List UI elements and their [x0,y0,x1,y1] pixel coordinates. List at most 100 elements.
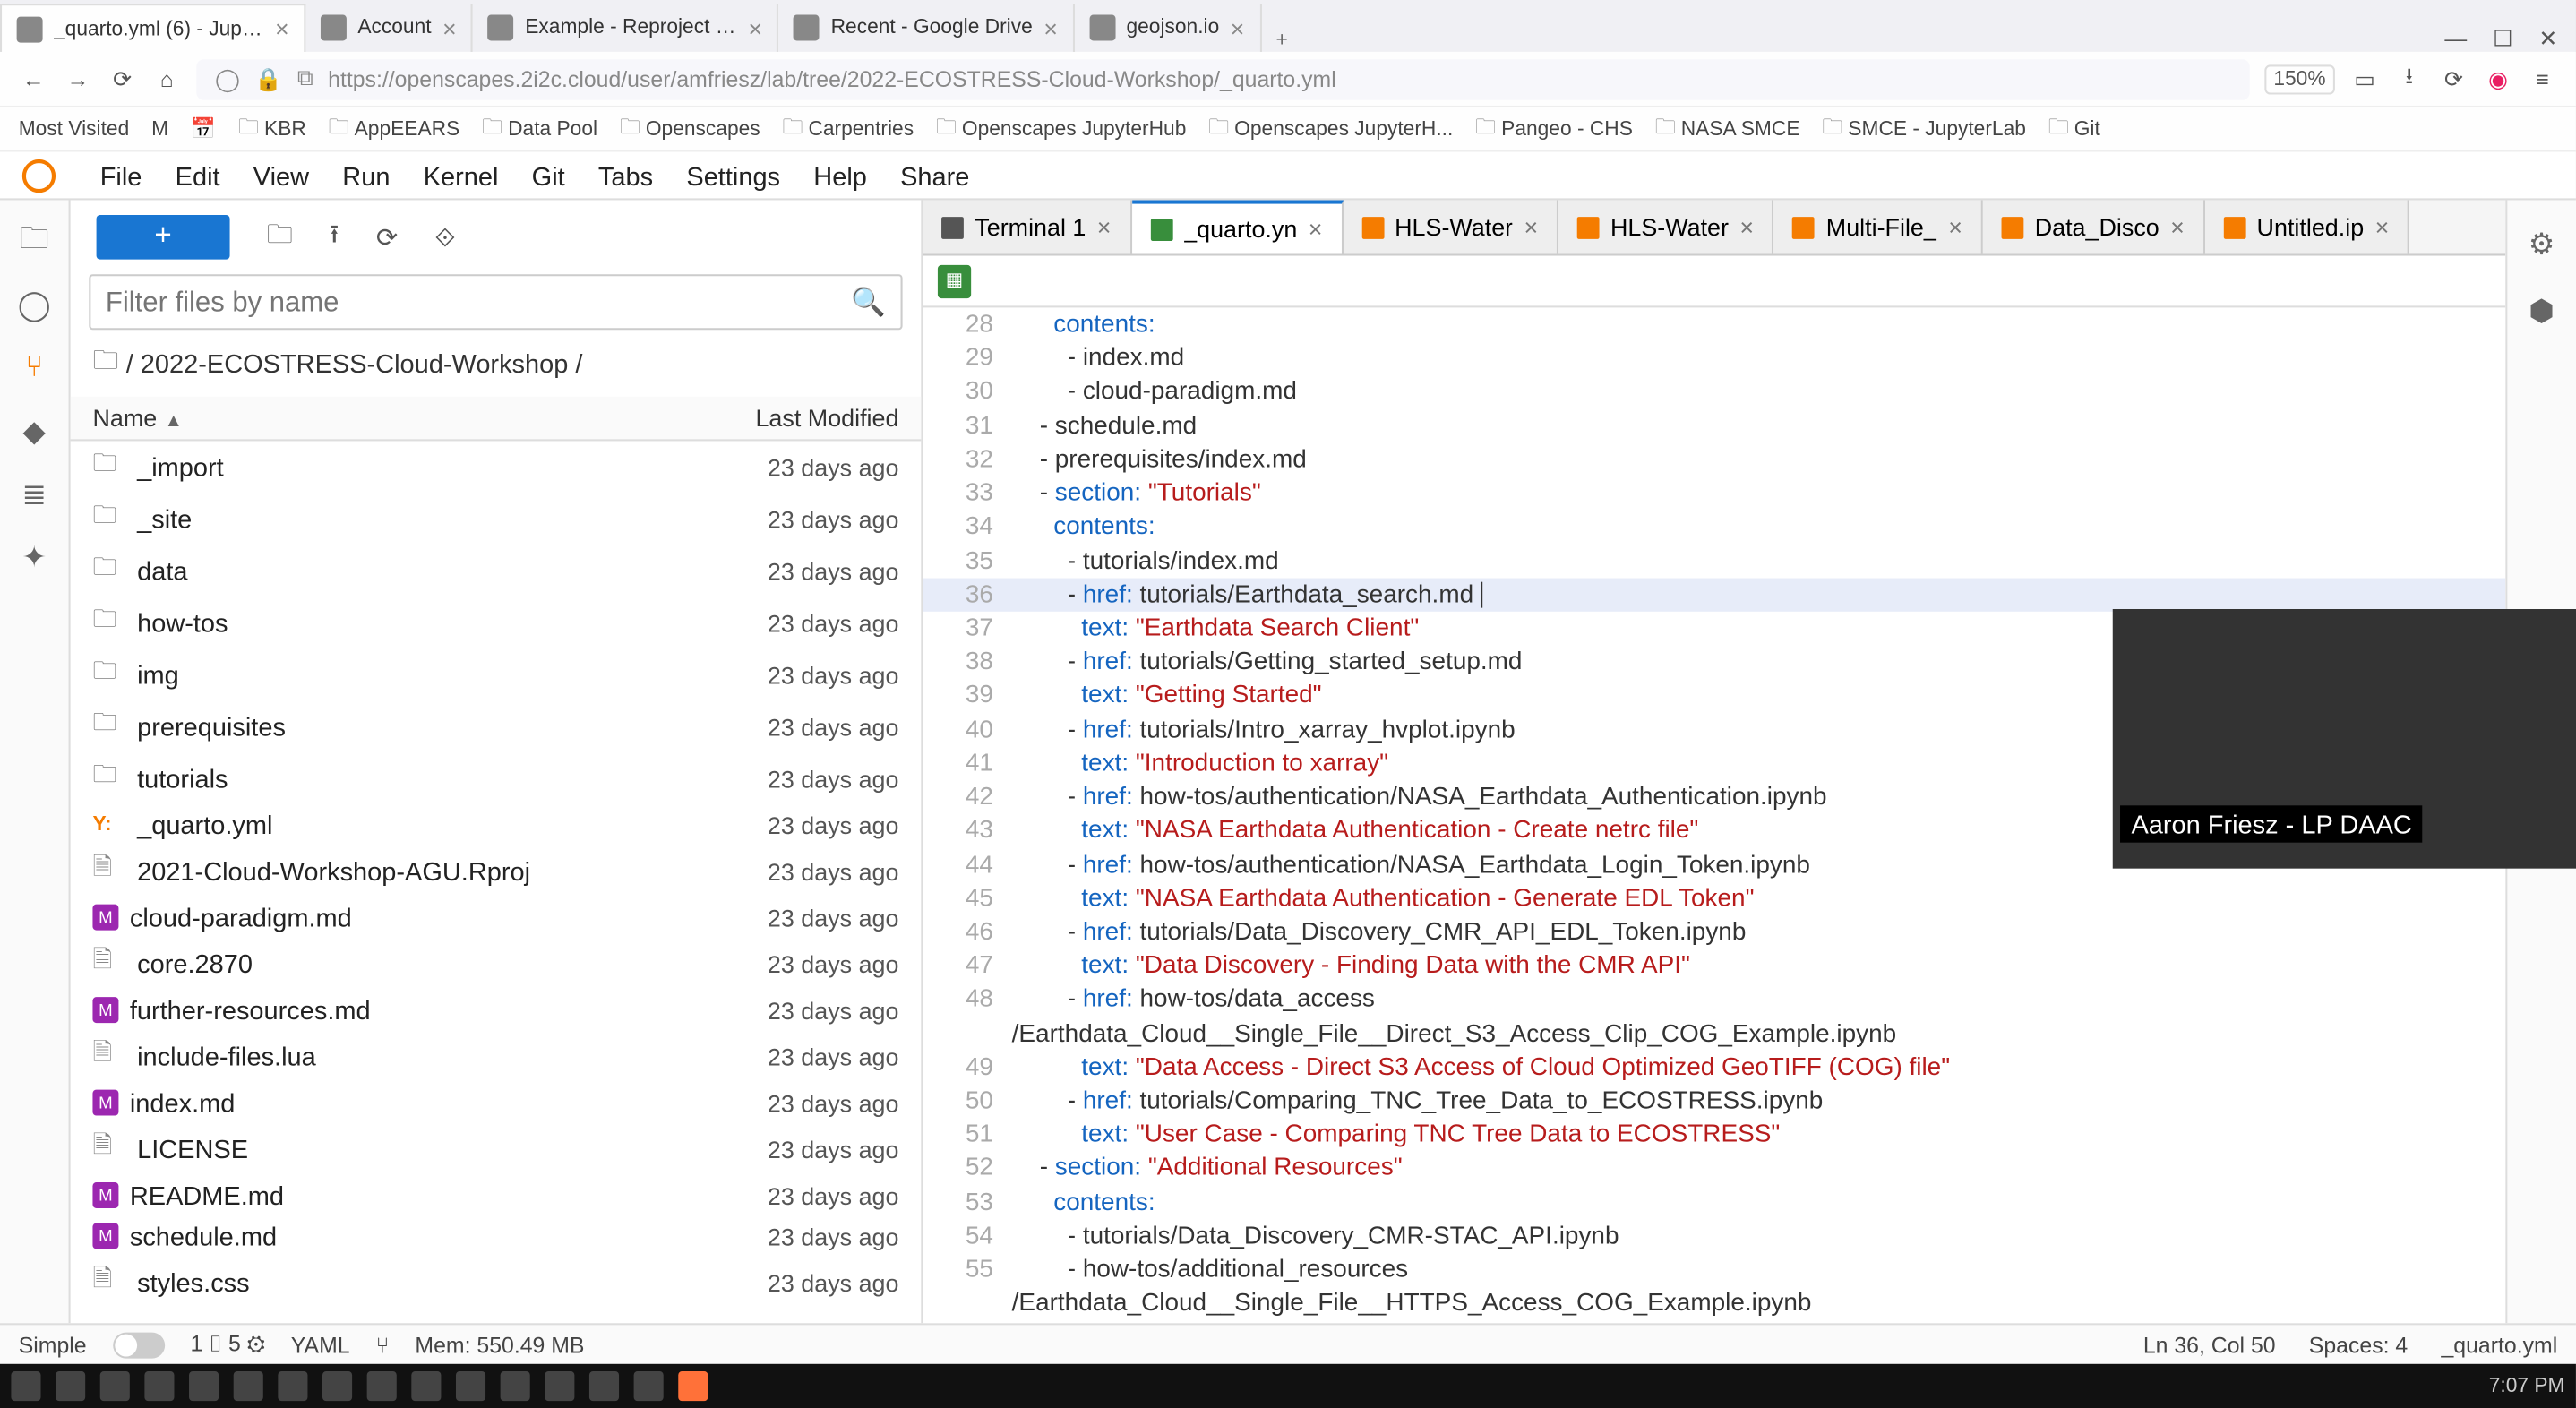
file-row[interactable]: Mcloud-paradigm.md23 days ago [71,897,922,938]
close-icon[interactable]: × [442,14,457,42]
start-icon[interactable] [11,1371,40,1401]
back-icon[interactable]: ← [19,65,48,91]
app-icon[interactable] [589,1371,619,1401]
menu-item[interactable]: Help [813,160,867,190]
editor-tab[interactable]: Multi-File_× [1774,200,1983,253]
new-folder-icon[interactable]: 🗀 [267,215,293,260]
browser-tab[interactable]: Example - Reproject — rioxarray 0.× [473,4,778,52]
close-icon[interactable]: × [748,14,762,42]
app-icon[interactable] [234,1371,263,1401]
menu-item[interactable]: Tabs [598,160,653,190]
file-row[interactable]: Mschedule.md23 days ago [71,1215,922,1257]
menu-item[interactable]: Git [532,160,565,190]
file-row[interactable]: 🗎2021-Cloud-Workshop-AGU.Rproj23 days ag… [71,845,922,897]
browser-tab[interactable]: Account× [305,4,473,52]
cortana-icon[interactable] [100,1371,130,1401]
new-launcher-button[interactable]: + [97,215,230,260]
menu-icon[interactable]: ≡ [2528,65,2557,91]
file-filter[interactable]: 🔍 [89,274,902,330]
bookmark-item[interactable]: Openscapes JupyterHub [936,111,1186,146]
refresh-files-icon[interactable]: ⟳ [376,221,398,253]
explorer-icon[interactable] [189,1371,219,1401]
profile-icon[interactable]: ◉ [2483,65,2512,91]
breadcrumb[interactable]: 🗀 / 2022-ECOSTRESS-Cloud-Workshop / [71,330,922,396]
app-icon[interactable] [456,1371,485,1401]
file-row[interactable]: Mfurther-resources.md23 days ago [71,990,922,1031]
git-pull-icon[interactable]: ⟐ [434,221,455,253]
table-icon[interactable]: ▦ [938,264,971,297]
upload-icon[interactable]: ⭱ [330,215,339,260]
close-icon[interactable]: × [1231,14,1245,42]
browser-tab[interactable]: geojson.io× [1075,4,1261,52]
app-icon[interactable] [367,1371,397,1401]
file-row[interactable]: 🗀prerequisites23 days ago [71,700,922,752]
menu-item[interactable]: Share [900,160,969,190]
browser-tab[interactable]: _quarto.yml (6) - JupyterLab× [0,4,305,52]
file-row[interactable]: Mindex.md23 days ago [71,1082,922,1123]
bookmark-item[interactable]: Most Visited [19,117,130,140]
menu-item[interactable]: Run [342,160,390,190]
close-icon[interactable]: × [1097,213,1112,241]
menu-item[interactable]: View [253,160,309,190]
folder-icon[interactable]: 🗀 [18,226,51,259]
download-icon[interactable]: ⭳ [2394,59,2424,98]
file-row[interactable]: MREADME.md23 days ago [71,1175,922,1216]
close-icon[interactable]: × [1948,213,1962,241]
file-row[interactable]: 🗎core.287023 days ago [71,938,922,990]
bookmark-item[interactable]: Carpentries [782,111,914,146]
menu-item[interactable]: Settings [686,160,780,190]
spaces-label[interactable]: Spaces: 4 [2309,1332,2408,1358]
bookmark-item[interactable]: Data Pool [482,111,597,146]
close-icon[interactable]: × [1043,14,1058,42]
search-os-icon[interactable] [56,1371,85,1401]
file-row[interactable]: Y:_quarto.yml23 days ago [71,804,922,846]
filter-input[interactable] [106,287,851,318]
editor-tab[interactable]: HLS-Water× [1558,200,1774,253]
file-row[interactable]: 🗎styles.css23 days ago [71,1257,922,1309]
close-icon[interactable]: × [2375,213,2390,241]
newtab-button[interactable]: + [1261,30,1302,52]
file-row[interactable]: 🗎include-files.lua23 days ago [71,1030,922,1082]
file-row[interactable]: 🗀_site23 days ago [71,493,922,545]
app-icon[interactable] [411,1371,441,1401]
firefox-icon[interactable] [678,1371,708,1401]
close-icon[interactable]: × [1309,215,1323,243]
app-icon[interactable] [501,1371,530,1401]
bookmark-item[interactable]: 📅 [191,116,216,141]
file-row[interactable]: 🗀tutorials23 days ago [71,752,922,804]
editor-tab[interactable]: Untitled.ip× [2205,200,2409,253]
editor-tab[interactable]: Terminal 1× [923,200,1131,253]
file-row[interactable]: 🗀img23 days ago [71,648,922,700]
taskview-icon[interactable] [144,1371,174,1401]
simple-toggle[interactable] [113,1332,165,1358]
name-column[interactable]: Name▲ [92,404,755,432]
git-icon[interactable]: ⑂ [18,352,51,385]
forward-icon[interactable]: → [63,65,92,91]
window-control[interactable]: ☐ [2493,26,2512,52]
bookmark-item[interactable]: KBR [238,111,306,146]
file-row[interactable]: 🗀data23 days ago [71,545,922,597]
close-icon[interactable]: × [275,15,289,43]
close-icon[interactable]: × [2170,213,2185,241]
toc-icon[interactable]: ≣ [18,478,51,511]
file-row[interactable]: 🗎LICENSE23 days ago [71,1123,922,1175]
close-icon[interactable]: × [1739,213,1754,241]
refresh2-icon[interactable]: ⟳ [2439,65,2469,91]
app-icon[interactable] [278,1371,307,1401]
bookmark-item[interactable]: Pangeo - CHS [1475,111,1633,146]
bookmark-item[interactable]: Git [2048,111,2100,146]
menu-item[interactable]: File [100,160,142,190]
commands-icon[interactable]: ◆ [18,415,51,448]
bookmark-item[interactable]: AppEEARS [329,111,460,146]
bookmark-item[interactable]: Openscapes [620,111,760,146]
window-control[interactable]: ✕ [2538,26,2557,52]
editor-tab[interactable]: _quarto.yn× [1131,200,1343,253]
editor-tab[interactable]: HLS-Water× [1343,200,1558,253]
menu-item[interactable]: Edit [176,160,220,190]
close-icon[interactable]: × [1524,213,1539,241]
modified-column[interactable]: Last Modified [755,404,898,432]
running-icon[interactable]: ◯ [18,289,51,322]
branch-icon[interactable]: ⑂ [376,1332,390,1358]
app-icon[interactable] [634,1371,664,1401]
bookmark-item[interactable]: SMCE - JupyterLab [1822,111,2026,146]
